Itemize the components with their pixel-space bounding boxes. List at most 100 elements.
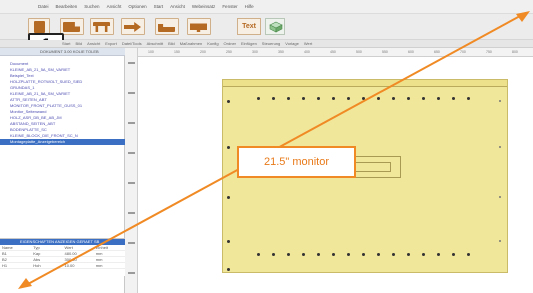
menu-item-web[interactable]: Webeinsatz [192,4,215,9]
tab-section[interactable]: Abschnitt [147,41,163,46]
ruler-tick-label: 550 [382,50,388,54]
ruler-tick-label: 800 [512,50,518,54]
drill-hole[interactable] [332,97,335,100]
horizontal-ruler[interactable]: 100 150 200 250 300 350 400 450 500 550 … [138,48,533,57]
drill-hole[interactable] [227,268,230,271]
tab-template[interactable]: Vorlage [285,41,299,46]
drill-hole[interactable] [437,253,440,256]
arrow-icon[interactable] [121,18,145,35]
toolbar: Text [0,14,533,40]
tab-value[interactable]: Wert [304,41,312,46]
tab-start[interactable]: Start [62,41,70,46]
drill-hole[interactable] [437,97,440,100]
drill-hole[interactable] [272,253,275,256]
menu-item-view[interactable]: Ansicht [107,4,122,9]
drill-hole[interactable] [499,196,501,198]
monitor-size-callout: 21.5" monitor [237,146,356,178]
drill-hole[interactable] [257,253,260,256]
table-cell: mm [95,251,103,256]
drill-hole[interactable] [302,253,305,256]
drill-hole[interactable] [452,97,455,100]
ruler-tick-label: 300 [252,50,258,54]
cube-3d-icon[interactable] [265,18,285,35]
vertical-ruler[interactable] [125,48,138,293]
drill-hole[interactable] [317,253,320,256]
menu-item-window[interactable]: Fenster [222,4,237,9]
drill-hole[interactable] [347,253,350,256]
table-cell: Name [2,245,13,250]
menu-item-start[interactable]: Start [154,4,164,9]
table-cell: Hoh [33,263,41,268]
drill-hole[interactable] [392,253,395,256]
desk-icon[interactable] [90,18,114,35]
tab-image-2[interactable]: Bild [168,41,175,46]
menu-item-help[interactable]: Hilfe [245,4,254,9]
project-tree-panel: DOKUMENT 3.00 KOLIE TOLEB Document KLEIN… [0,48,125,293]
table-cell: 300.00 [64,257,77,262]
ruler-tick-label: 600 [408,50,414,54]
tab-tools[interactable]: Datei/Tools [122,41,142,46]
drill-hole[interactable] [407,253,410,256]
tab-measures[interactable]: Maßnahmen [180,41,202,46]
drill-hole[interactable] [452,253,455,256]
drill-hole[interactable] [377,97,380,100]
drill-hole[interactable] [362,253,365,256]
tab-config[interactable]: Konfig [207,41,218,46]
table-row[interactable]: H1 Hoh 10.00 mm [0,263,125,269]
drill-hole[interactable] [362,97,365,100]
drill-hole[interactable] [287,97,290,100]
menu-item-search[interactable]: Suchen [84,4,99,9]
table-cell: 10.00 [64,263,75,268]
table-cell: mm [95,257,103,262]
drill-hole[interactable] [287,253,290,256]
table-cell: Typ [33,245,40,250]
menu-item-options[interactable]: Optionen [128,4,146,9]
menu-item-file[interactable]: Datei [38,4,49,9]
ruler-tick-label: 350 [278,50,284,54]
drill-hole[interactable] [377,253,380,256]
menu-item-view-2[interactable]: Ansicht [170,4,185,9]
cabinet-icon[interactable] [60,18,84,35]
tab-insert[interactable]: Einfügen [241,41,257,46]
drill-hole[interactable] [467,97,470,100]
drill-hole[interactable] [499,240,501,242]
drill-hole[interactable] [499,100,501,102]
drill-hole[interactable] [392,97,395,100]
ruler-mark [128,152,135,154]
ruler-tick-label: 250 [226,50,232,54]
drill-hole[interactable] [257,97,260,100]
menu-item-edit[interactable]: Bearbeiten [56,4,78,9]
drill-hole[interactable] [499,146,501,148]
ruler-mark [128,272,135,274]
table-cell: mm [95,263,103,268]
tab-control[interactable]: Steuerung [262,41,280,46]
tree-item-selected[interactable]: Montageplatte_Anzeigebereich [0,139,125,145]
ruler-mark [128,92,135,94]
drill-hole[interactable] [227,100,230,103]
drill-hole[interactable] [422,97,425,100]
bed-icon[interactable] [155,18,179,35]
table-cell: Abs [33,257,41,262]
tab-export[interactable]: Export [105,41,117,46]
drill-hole[interactable] [227,196,230,199]
tab-view[interactable]: Ansicht [87,41,100,46]
drill-hole[interactable] [227,240,230,243]
ruler-mark [128,242,135,244]
drill-hole[interactable] [227,146,230,149]
drill-hole[interactable] [347,97,350,100]
tab-folder[interactable]: Ordner [224,41,236,46]
drill-hole[interactable] [467,253,470,256]
table-cell: 480.00 [64,251,77,256]
drill-hole[interactable] [302,97,305,100]
menu-bar: Datei Bearbeiten Suchen Ansicht Optionen… [0,0,533,14]
tab-image[interactable]: Bild [75,41,82,46]
text-tool-button[interactable]: Text [237,18,261,35]
drill-hole[interactable] [272,97,275,100]
drill-hole[interactable] [422,253,425,256]
table-cell: Einheit [95,245,108,250]
table-cell: H1 [2,263,8,268]
drill-hole[interactable] [317,97,320,100]
tv-icon[interactable] [187,18,211,35]
drill-hole[interactable] [332,253,335,256]
drill-hole[interactable] [407,97,410,100]
